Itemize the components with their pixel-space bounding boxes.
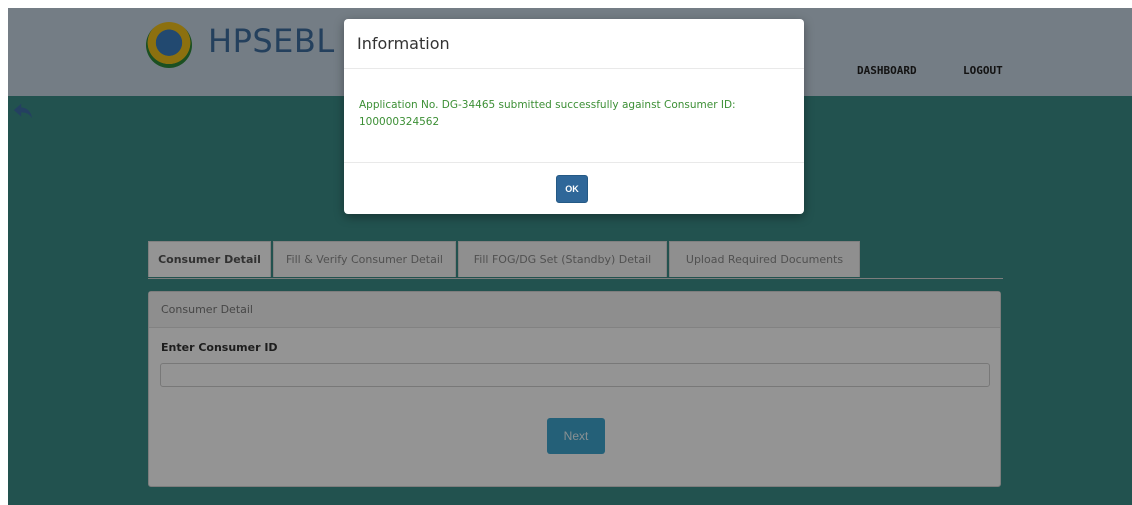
ok-button[interactable]: OK [556,175,588,203]
page: HPSEBL DASHBOARD LOGOUT Consumer Detail … [8,8,1132,505]
modal-title: Information [344,19,804,69]
information-modal: Information Application No. DG-34465 sub… [344,19,804,214]
modal-message: Application No. DG-34465 submitted succe… [344,69,804,163]
